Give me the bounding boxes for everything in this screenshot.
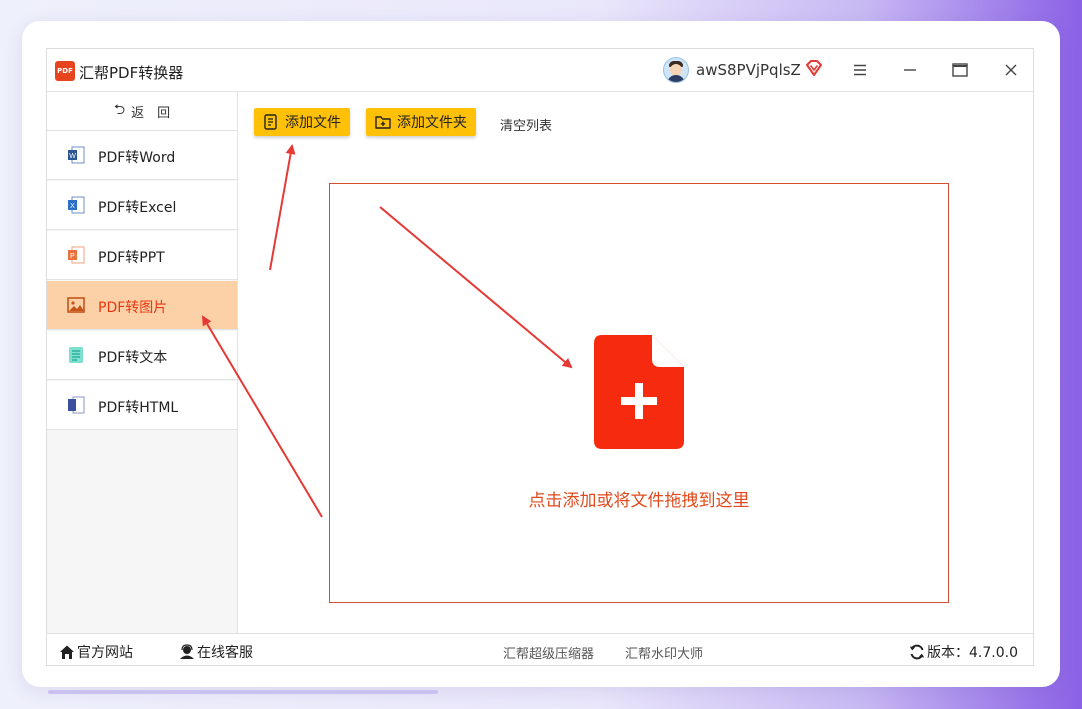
version-label: 版本：4.7.0.0 <box>927 645 1018 661</box>
svg-text:X: X <box>70 203 75 210</box>
compressor-link[interactable]: 汇帮超级压缩器 <box>503 643 594 662</box>
sidebar-item-pdf-to-text[interactable]: PDF转文本 <box>47 331 237 380</box>
excel-icon: X <box>68 196 85 214</box>
drop-hint-text: 点击添加或将文件拖拽到这里 <box>528 491 750 511</box>
back-button[interactable]: ⮌ 返 回 <box>47 92 237 131</box>
sidebar-item-pdf-to-excel[interactable]: X PDF转Excel <box>47 181 237 230</box>
horizontal-scrollbar[interactable] <box>48 690 438 694</box>
clear-list-button[interactable]: 清空列表 <box>500 115 552 134</box>
watermark-link[interactable]: 汇帮水印大师 <box>625 643 703 662</box>
add-folder-label: 添加文件夹 <box>397 115 467 131</box>
official-site-label: 官方网站 <box>77 645 133 661</box>
username[interactable]: awS8PVjPqlsZ <box>696 61 801 79</box>
svg-text:P: P <box>70 253 75 260</box>
add-file-label: 添加文件 <box>285 115 341 131</box>
back-arrow-icon: ⮌ <box>113 102 126 118</box>
support-agent-icon <box>180 644 194 659</box>
back-label: 返 回 <box>131 105 171 121</box>
sidebar-item-label: PDF转PPT <box>98 250 165 266</box>
sidebar-item-pdf-to-html[interactable]: PDF转HTML <box>47 381 237 430</box>
add-file-button[interactable]: 添加文件 <box>254 108 350 136</box>
app-title: 汇帮PDF转换器 <box>79 64 184 82</box>
close-icon <box>1005 64 1017 76</box>
sidebar-item-label: PDF转Excel <box>98 200 177 216</box>
html-icon <box>68 396 85 414</box>
version-info: 版本：4.7.0.0 <box>909 642 1018 662</box>
sidebar-item-label: PDF转图片 <box>98 300 168 316</box>
menu-button[interactable] <box>846 57 874 83</box>
sidebar-item-label: PDF转HTML <box>98 400 179 416</box>
add-folder-button[interactable]: 添加文件夹 <box>366 108 476 136</box>
image-icon <box>67 297 85 313</box>
add-file-icon <box>264 114 277 130</box>
sidebar-item-pdf-to-word[interactable]: W PDF转Word <box>47 131 237 180</box>
refresh-icon[interactable] <box>909 644 925 660</box>
maximize-button[interactable] <box>946 57 974 83</box>
svg-text:W: W <box>69 153 76 160</box>
hamburger-icon <box>854 64 866 76</box>
maximize-icon <box>952 63 968 77</box>
app-logo-icon: PDF <box>55 61 75 81</box>
sidebar-item-label: PDF转文本 <box>98 350 168 366</box>
add-file-large-icon[interactable] <box>594 335 684 449</box>
minimize-icon <box>904 69 916 71</box>
sidebar-item-pdf-to-image[interactable]: PDF转图片 <box>47 281 237 330</box>
ppt-icon: P <box>68 246 85 264</box>
word-icon: W <box>68 146 85 164</box>
title-bar: PDF 汇帮PDF转换器 awS8PVjPqlsZ <box>47 49 1033 91</box>
user-avatar[interactable] <box>663 57 689 83</box>
minimize-button[interactable] <box>896 57 924 83</box>
app-window: PDF 汇帮PDF转换器 awS8PVjPqlsZ ⮌ 返 回 W PDF转Wo… <box>46 48 1034 666</box>
online-support-link[interactable]: 在线客服 <box>179 642 253 662</box>
online-support-label: 在线客服 <box>197 645 253 661</box>
add-folder-icon <box>375 116 391 129</box>
sidebar-item-pdf-to-ppt[interactable]: P PDF转PPT <box>47 231 237 280</box>
text-icon <box>69 347 83 363</box>
footer-divider <box>47 633 1033 634</box>
sidebar: ⮌ 返 回 W PDF转Word X PDF转Excel P PDF转PPT P… <box>47 92 238 633</box>
home-icon <box>60 645 74 659</box>
vip-diamond-icon[interactable] <box>805 59 823 77</box>
close-button[interactable] <box>997 57 1025 83</box>
official-site-link[interactable]: 官方网站 <box>59 642 133 662</box>
sidebar-item-label: PDF转Word <box>98 150 176 166</box>
file-drop-zone[interactable]: 点击添加或将文件拖拽到这里 <box>329 183 949 603</box>
